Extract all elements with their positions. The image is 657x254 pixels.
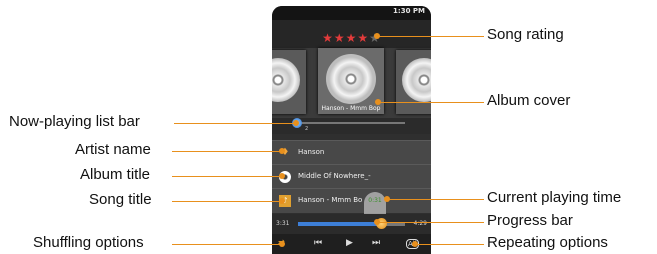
callout-line [416, 244, 484, 245]
callout-line [174, 123, 296, 124]
label-progress-bar: Progress bar [487, 212, 573, 229]
label-artist-name: Artist name [75, 141, 151, 158]
play-icon[interactable]: ▶ [346, 238, 353, 248]
callout-line [172, 176, 282, 177]
artist-name: Hanson [298, 148, 325, 156]
callout-dot [374, 33, 380, 39]
song-title: Hanson - Mmm Bo [298, 196, 363, 204]
playback-controls: ⇄ ⏮ ▶ ⏭ All [272, 234, 431, 254]
status-bar: 1:30 PM [272, 6, 431, 20]
previous-icon[interactable]: ⏮ [314, 238, 322, 248]
callout-dot [375, 99, 381, 105]
status-clock: 1:30 PM [393, 7, 425, 15]
album-row[interactable]: Middle Of Nowhere_- [272, 164, 431, 189]
album-cover-carousel[interactable]: Hanson - Mmm Bop [272, 48, 431, 118]
label-album-cover: Album cover [487, 92, 571, 109]
label-now-playing: Now-playing list bar [9, 113, 140, 130]
album-title: Middle Of Nowhere_- [298, 172, 371, 180]
album-cover-right[interactable] [396, 50, 431, 114]
progress-bar[interactable]: 3:31 4:29 [272, 214, 431, 234]
callout-dot [412, 241, 418, 247]
cd-icon [272, 58, 300, 102]
callout-dot [279, 241, 285, 247]
callout-dot [279, 198, 285, 204]
cd-icon [402, 58, 431, 102]
label-current-time: Current playing time [487, 189, 622, 206]
next-icon[interactable]: ⏭ [372, 238, 380, 248]
label-shuffle: Shuffling options [33, 234, 144, 251]
callout-dot [374, 219, 380, 225]
album-cover-caption: Hanson - Mmm Bop [321, 105, 381, 112]
phone-screen: 1:30 PM ★★★★★ Hanson - Mmm Bop 2 ♦ Hanso… [272, 6, 431, 254]
callout-dot [293, 120, 299, 126]
artist-row[interactable]: ♦ Hanson [272, 140, 431, 165]
song-row[interactable]: ♪ Hanson - Mmm Bo [272, 188, 431, 213]
rating-stars[interactable]: ★★★★★ [322, 31, 381, 45]
label-song-rating: Song rating [487, 26, 564, 43]
callout-line [378, 222, 484, 223]
callout-dot [279, 173, 285, 179]
album-cover[interactable]: Hanson - Mmm Bop [318, 48, 384, 114]
callout-line [172, 244, 282, 245]
album-cover-left[interactable] [272, 50, 306, 114]
list-bar-index: 2 [305, 126, 309, 132]
label-album-title: Album title [80, 166, 151, 183]
callout-line [388, 199, 484, 200]
label-repeat: Repeating options [487, 234, 608, 251]
label-song-title: Song title [89, 191, 152, 208]
elapsed-time: 3:31 [276, 220, 290, 227]
callout-line [172, 151, 282, 152]
list-bar-track [300, 122, 405, 124]
callout-dot [279, 148, 285, 154]
callout-line [172, 201, 282, 202]
progress-fill [298, 222, 382, 226]
callout-line [378, 36, 484, 37]
callout-dot [384, 196, 390, 202]
callout-line [379, 102, 484, 103]
cd-icon [326, 54, 376, 104]
